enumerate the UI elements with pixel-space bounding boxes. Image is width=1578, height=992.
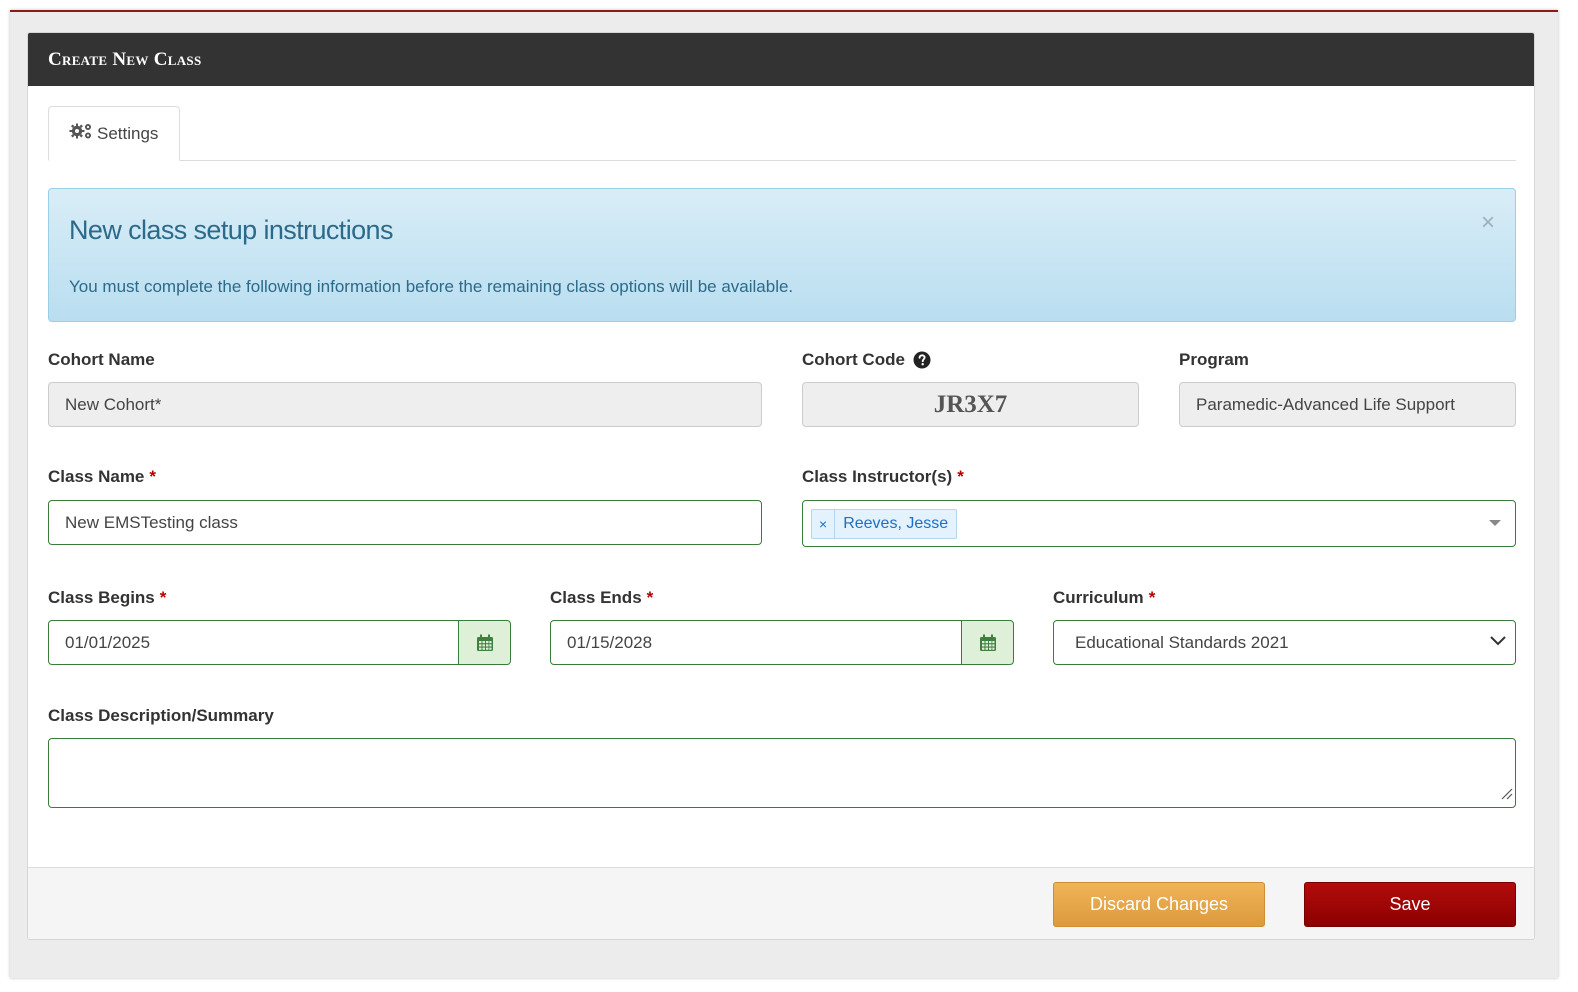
class-instructors-label-text: Class Instructor(s) (802, 467, 953, 486)
discard-changes-button[interactable]: Discard Changes (1053, 882, 1265, 927)
cohort-code-field: JR3X7 (802, 382, 1139, 427)
calendar-icon (476, 634, 494, 652)
close-icon[interactable]: × (1481, 211, 1495, 235)
class-instructors-select[interactable]: × Reeves, Jesse (802, 500, 1516, 547)
cohort-name-label-text: Cohort Name (48, 350, 155, 369)
required-marker: * (159, 588, 167, 607)
caret-down-icon[interactable] (1489, 520, 1501, 526)
class-ends-input[interactable]: 01/15/2028 (550, 620, 962, 665)
create-class-panel: Create New Class Settings New class setu… (27, 32, 1535, 940)
alert-title: New class setup instructions (69, 215, 393, 245)
cohort-name-field: New Cohort* (48, 382, 762, 427)
cohort-code-value: JR3X7 (933, 390, 1008, 418)
cohort-name-value: New Cohort* (65, 394, 162, 414)
calendar-icon (979, 634, 997, 652)
curriculum-label-text: Curriculum (1053, 588, 1144, 607)
question-circle-icon[interactable] (913, 351, 931, 369)
class-name-label-text: Class Name (48, 467, 145, 486)
class-begins-label: Class Begins * (48, 588, 166, 608)
class-description-label: Class Description/Summary (48, 706, 274, 726)
panel-title: Create New Class (48, 48, 202, 70)
cohort-code-label: Cohort Code (802, 350, 931, 370)
class-name-label: Class Name * (48, 467, 156, 487)
class-begins-calendar-button[interactable] (458, 620, 511, 665)
curriculum-value: Educational Standards 2021 (1075, 632, 1289, 652)
class-name-value: New EMSTesting class (65, 512, 238, 532)
tab-settings-label: Settings (97, 123, 159, 143)
instructions-alert: New class setup instructions You must co… (48, 188, 1516, 322)
cohort-name-label: Cohort Name (48, 350, 155, 370)
alert-text: You must complete the following informat… (69, 277, 794, 296)
program-label: Program (1179, 350, 1249, 370)
instructor-chip: × Reeves, Jesse (811, 508, 958, 539)
curriculum-select[interactable]: Educational Standards 2021 (1053, 620, 1516, 665)
curriculum-label: Curriculum * (1053, 588, 1155, 608)
cohort-code-label-text: Cohort Code (802, 350, 905, 369)
required-marker: * (957, 467, 964, 486)
required-marker: * (149, 467, 157, 486)
required-marker: * (1148, 588, 1156, 607)
class-ends-label: Class Ends * (550, 588, 653, 608)
class-ends-value: 01/15/2028 (567, 632, 653, 652)
panel-header: Create New Class (28, 33, 1534, 86)
required-marker: * (646, 588, 654, 607)
chevron-down-icon (1489, 635, 1507, 647)
tab-bar: Settings (48, 106, 1516, 161)
tab-settings[interactable]: Settings (48, 106, 180, 161)
save-button[interactable]: Save (1304, 882, 1516, 927)
program-field: Paramedic-Advanced Life Support (1179, 382, 1516, 427)
instructor-chip-label: Reeves, Jesse (843, 514, 949, 532)
program-value: Paramedic-Advanced Life Support (1196, 394, 1455, 414)
class-ends-label-text: Class Ends (550, 588, 642, 607)
class-description-textarea[interactable] (48, 738, 1516, 808)
class-begins-input[interactable]: 01/01/2025 (48, 620, 459, 665)
remove-instructor-button[interactable]: × (812, 509, 836, 538)
class-begins-value: 01/01/2025 (65, 632, 151, 652)
class-instructors-label: Class Instructor(s) * (802, 467, 964, 487)
class-description-label-text: Class Description/Summary (48, 706, 274, 725)
class-begins-label-text: Class Begins (48, 588, 155, 607)
program-label-text: Program (1179, 350, 1249, 369)
gears-icon (69, 122, 97, 145)
class-ends-calendar-button[interactable] (961, 620, 1014, 665)
panel-footer: Discard Changes Save (28, 867, 1534, 939)
resize-handle-icon[interactable] (1499, 785, 1513, 805)
class-name-input[interactable]: New EMSTesting class (48, 500, 762, 545)
